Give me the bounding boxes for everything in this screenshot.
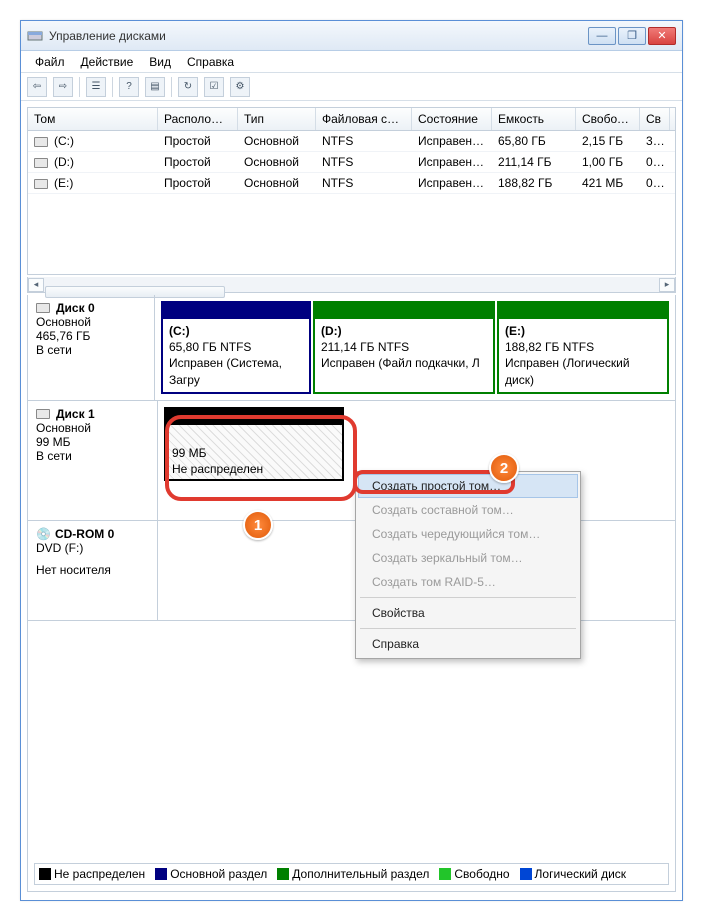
col-type[interactable]: Тип — [238, 108, 316, 130]
separator — [171, 77, 172, 97]
cdrom-icon: 💿 — [36, 527, 51, 541]
disk-icon — [36, 303, 50, 313]
unallocated-space[interactable]: 99 МБНе распределен — [164, 407, 344, 481]
disk1-info[interactable]: Диск 1 Основной 99 МБ В сети — [28, 401, 158, 520]
content-area: Том Располо… Тип Файловая с… Состояние Е… — [21, 101, 682, 898]
volume-icon — [34, 179, 48, 189]
disk-name: Диск 1 — [56, 407, 95, 421]
col-capacity[interactable]: Емкость — [492, 108, 576, 130]
partition-e[interactable]: (E:)188,82 ГБ NTFSИсправен (Логический д… — [497, 301, 669, 394]
refresh-button[interactable]: ↻ — [178, 77, 198, 97]
col-filesystem[interactable]: Файловая с… — [316, 108, 412, 130]
col-state[interactable]: Состояние — [412, 108, 492, 130]
scroll-right-button[interactable]: ▸ — [659, 278, 675, 292]
menu-create-raid5-volume: Создать том RAID-5… — [358, 570, 578, 594]
partition-c[interactable]: (C:)65,80 ГБ NTFSИсправен (Система, Загр… — [161, 301, 311, 394]
menu-action[interactable]: Действие — [73, 53, 142, 71]
disk-size: 99 МБ — [36, 435, 149, 449]
window-title: Управление дисками — [49, 29, 588, 43]
menu-separator — [360, 628, 576, 629]
menu-create-mirrored-volume: Создать зеркальный том… — [358, 546, 578, 570]
partition-d[interactable]: (D:)211,14 ГБ NTFSИсправен (Файл подкачк… — [313, 301, 495, 394]
view-top-button[interactable]: ▤ — [145, 77, 165, 97]
disk-row-0: Диск 0 Основной 465,76 ГБ В сети (C:)65,… — [28, 295, 675, 401]
disk-size: 465,76 ГБ — [36, 329, 146, 343]
menu-help[interactable]: Справка — [358, 632, 578, 656]
legend-logical: Логический диск — [520, 867, 627, 881]
maximize-button[interactable]: ❐ — [618, 27, 646, 45]
volume-name: (E:) — [54, 176, 73, 190]
menu-file[interactable]: Файл — [27, 53, 73, 71]
volume-list: Том Располо… Тип Файловая с… Состояние Е… — [27, 107, 676, 275]
titlebar[interactable]: Управление дисками — ❐ ✕ — [21, 21, 682, 51]
cdrom-info[interactable]: 💿 CD-ROM 0 DVD (F:) Нет носителя — [28, 521, 158, 620]
column-headers: Том Располо… Тип Файловая с… Состояние Е… — [28, 108, 675, 131]
volume-name: (C:) — [54, 134, 74, 148]
legend-unallocated: Не распределен — [39, 867, 145, 881]
toolbar: ⇦ ⇨ ☰ ? ▤ ↻ ☑ ⚙ — [21, 73, 682, 101]
show-hide-tree-button[interactable]: ☰ — [86, 77, 106, 97]
menu-separator — [360, 597, 576, 598]
legend-extended: Дополнительный раздел — [277, 867, 429, 881]
legend-primary: Основной раздел — [155, 867, 267, 881]
menu-create-striped-volume: Создать чередующийся том… — [358, 522, 578, 546]
menubar: Файл Действие Вид Справка — [21, 51, 682, 73]
help-button[interactable]: ? — [119, 77, 139, 97]
forward-button[interactable]: ⇨ — [53, 77, 73, 97]
disk-status: В сети — [36, 343, 146, 357]
menu-help[interactable]: Справка — [179, 53, 242, 71]
col-volume[interactable]: Том — [28, 108, 158, 130]
disk-mgmt-icon — [27, 28, 43, 44]
menu-properties[interactable]: Свойства — [358, 601, 578, 625]
disk-type: Основной — [36, 315, 146, 329]
cdrom-drive: DVD (F:) — [36, 541, 149, 555]
settings-button[interactable]: ⚙ — [230, 77, 250, 97]
disk-type: Основной — [36, 421, 149, 435]
disk-icon — [36, 409, 50, 419]
horizontal-scrollbar[interactable]: ◂ ▸ — [27, 277, 676, 293]
minimize-button[interactable]: — — [588, 27, 616, 45]
properties-button[interactable]: ☑ — [204, 77, 224, 97]
back-button[interactable]: ⇦ — [27, 77, 47, 97]
col-free[interactable]: Свобод… — [576, 108, 640, 130]
close-button[interactable]: ✕ — [648, 27, 676, 45]
separator — [79, 77, 80, 97]
volume-icon — [34, 137, 48, 147]
disk-status: В сети — [36, 449, 149, 463]
col-percent[interactable]: Св — [640, 108, 670, 130]
volume-row[interactable]: (C:) ПростойОсновнойNTFSИсправен…65,80 Г… — [28, 131, 675, 152]
volume-row[interactable]: (D:) ПростойОсновнойNTFSИсправен…211,14 … — [28, 152, 675, 173]
cdrom-state: Нет носителя — [36, 563, 149, 577]
legend-free: Свободно — [439, 867, 509, 881]
volume-name: (D:) — [54, 155, 74, 169]
cdrom-name: CD-ROM 0 — [55, 527, 114, 541]
disk-management-window: Управление дисками — ❐ ✕ Файл Действие В… — [20, 20, 683, 901]
disk0-info[interactable]: Диск 0 Основной 465,76 ГБ В сети — [28, 295, 155, 400]
separator — [112, 77, 113, 97]
disk-name: Диск 0 — [56, 301, 95, 315]
menu-create-simple-volume[interactable]: Создать простой том… — [358, 474, 578, 498]
legend: Не распределен Основной раздел Дополните… — [34, 863, 669, 885]
annotation-badge-2: 2 — [489, 453, 519, 483]
scroll-left-button[interactable]: ◂ — [28, 278, 44, 292]
context-menu: Создать простой том… Создать составной т… — [355, 471, 581, 659]
menu-create-spanned-volume: Создать составной том… — [358, 498, 578, 522]
col-layout[interactable]: Располо… — [158, 108, 238, 130]
annotation-badge-1: 1 — [243, 510, 273, 540]
volume-row[interactable]: (E:) ПростойОсновнойNTFSИсправен…188,82 … — [28, 173, 675, 194]
volume-icon — [34, 158, 48, 168]
menu-view[interactable]: Вид — [141, 53, 179, 71]
